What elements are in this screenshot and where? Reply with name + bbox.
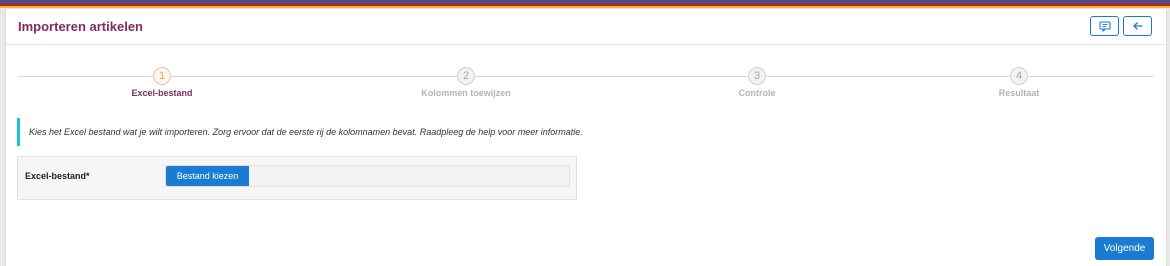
step-controle: 3 Controle: [657, 67, 857, 98]
step-number: 3: [748, 67, 766, 85]
step-kolommen-toewijzen: 2 Kolommen toewijzen: [366, 67, 566, 98]
top-color-bar: [0, 0, 1170, 8]
step-label: Controle: [738, 88, 776, 98]
step-label: Resultaat: [998, 88, 1040, 98]
import-stepper: 1 Excel-bestand 2 Kolommen toewijzen 3 C…: [6, 67, 1166, 107]
step-number: 2: [457, 67, 475, 85]
next-button[interactable]: Volgende: [1095, 237, 1154, 260]
info-alert: Kies het Excel bestand wat je wilt impor…: [17, 118, 720, 146]
step-number: 4: [1010, 67, 1028, 85]
step-label: Kolommen toewijzen: [421, 88, 511, 98]
choose-file-button[interactable]: Bestand kiezen: [166, 166, 249, 186]
step-excel-bestand: 1 Excel-bestand: [62, 67, 262, 98]
step-number: 1: [153, 67, 171, 85]
step-resultaat: 4 Resultaat: [919, 67, 1119, 98]
arrow-left-icon: [1132, 22, 1142, 30]
file-field-label: Excel-bestand*: [25, 171, 90, 181]
panel-header: Importeren artikelen: [6, 9, 1166, 45]
page-title: Importeren artikelen: [18, 19, 143, 34]
feedback-button[interactable]: [1090, 16, 1119, 36]
step-label: Excel-bestand: [131, 88, 193, 98]
file-form: Excel-bestand* Bestand kiezen: [17, 156, 577, 200]
top-bar-yellow: [0, 6, 1170, 8]
import-panel: Importeren artikelen 1 Excel-bestand 2 K…: [5, 9, 1167, 266]
comment-icon: [1098, 20, 1111, 32]
info-text: Kies het Excel bestand wat je wilt impor…: [29, 127, 583, 137]
back-button[interactable]: [1123, 16, 1152, 36]
file-input[interactable]: Bestand kiezen: [165, 165, 570, 187]
